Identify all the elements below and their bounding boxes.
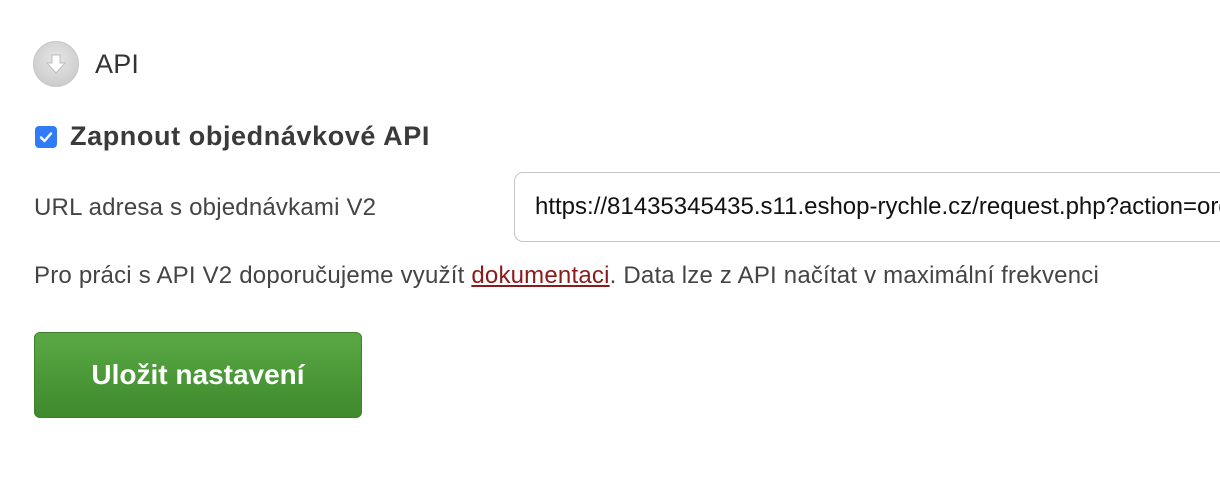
checkmark-icon (39, 131, 53, 142)
save-settings-button[interactable]: Uložit nastavení (34, 332, 362, 418)
section-title: API (95, 48, 140, 79)
orders-url-input[interactable] (514, 172, 1220, 242)
info-text-after: . Data lze z API načítat v maximální fre… (609, 262, 1100, 289)
section-header: API (33, 41, 139, 87)
api-toggle-row: Zapnout objednávkové API (35, 121, 430, 152)
info-text: Pro práci s API V2 doporučujeme využít d… (34, 262, 1099, 290)
enable-api-label[interactable]: Zapnout objednávkové API (70, 121, 430, 152)
url-field-label: URL adresa s objednávkami V2 (34, 194, 377, 221)
arrow-down-icon (45, 54, 67, 74)
section-toggle-button[interactable] (33, 41, 79, 87)
enable-api-checkbox[interactable] (35, 125, 57, 148)
info-text-before: Pro práci s API V2 doporučujeme využít (34, 262, 472, 289)
documentation-link[interactable]: dokumentaci (471, 262, 609, 289)
